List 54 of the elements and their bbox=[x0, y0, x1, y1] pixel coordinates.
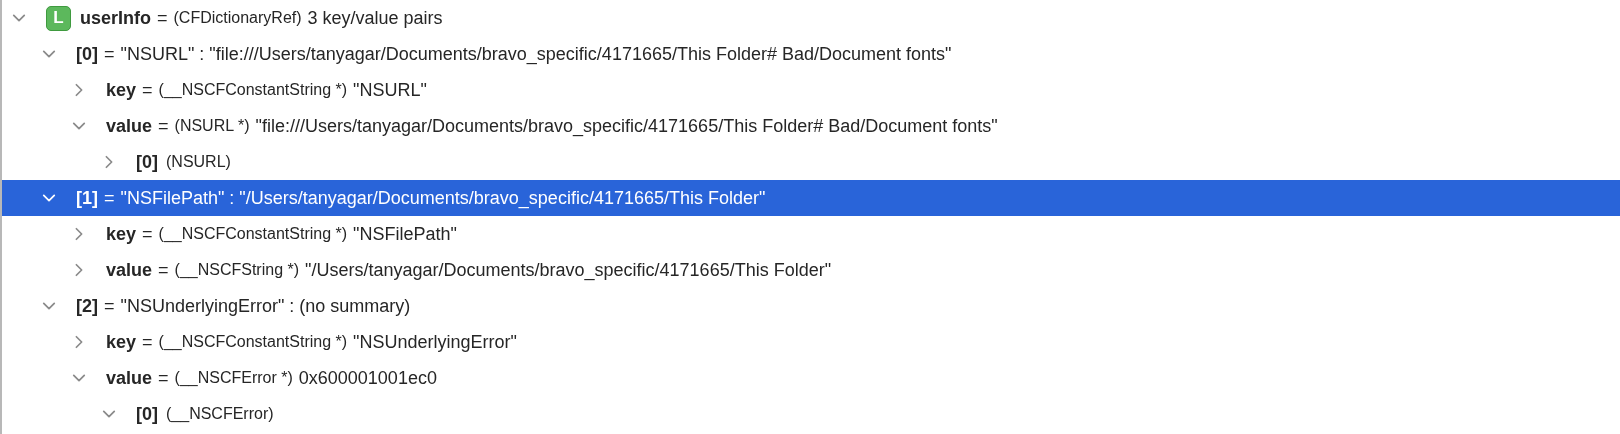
variable-name: [0] bbox=[136, 151, 158, 173]
tree-row[interactable]: value = (__NSCFError *) 0x600001001ec0 bbox=[2, 360, 1620, 396]
equals-sign: = bbox=[158, 259, 169, 281]
variable-value: "NSUnderlyingError" : (no summary) bbox=[120, 295, 411, 317]
variable-value: 0x600001001ec0 bbox=[298, 367, 437, 389]
tree-row[interactable]: value = (NSURL *) "file:///Users/tanyagar/Documents/bravo_specific/4171665/This Folder# Bad/Document fonts" bbox=[2, 108, 1620, 144]
equals-sign: = bbox=[104, 295, 115, 317]
variable-type: (__NSCFConstantString *) bbox=[158, 225, 348, 243]
equals-sign: = bbox=[142, 79, 153, 101]
variable-name: value bbox=[106, 367, 153, 389]
variable-value: "NSURL" bbox=[353, 79, 427, 101]
variable-badge: L bbox=[46, 5, 71, 31]
variable-type: (__NSCFError *) bbox=[174, 369, 293, 387]
variable-name: key bbox=[106, 223, 137, 245]
variable-name: [0] bbox=[136, 403, 158, 425]
variable-name: value bbox=[106, 115, 153, 137]
tree-row[interactable]: key = (__NSCFConstantString *) "NSUnderlyingError" bbox=[2, 324, 1620, 360]
variable-type: (__NSCFError) bbox=[166, 405, 274, 423]
variable-value: "NSFilePath" bbox=[353, 223, 457, 245]
variable-name: [2] bbox=[76, 295, 98, 317]
variable-value: "NSURL" : "file:///Users/tanyagar/Documents/bravo_specific/4171665/This Folder# Bad/Document fonts" bbox=[120, 43, 952, 65]
variable-value: 3 key/value pairs bbox=[307, 7, 443, 29]
variable-type: (NSURL *) bbox=[174, 117, 250, 135]
variable-name: value bbox=[106, 259, 153, 281]
variable-type: (__NSCFConstantString *) bbox=[158, 333, 348, 351]
equals-sign: = bbox=[104, 187, 115, 209]
tree-row[interactable]: L userInfo = (CFDictionaryRef) 3 key/value pairs bbox=[2, 0, 1620, 36]
variable-type: (__NSCFString *) bbox=[174, 261, 300, 279]
variable-type: (NSURL) bbox=[166, 153, 231, 171]
variable-value: "NSFilePath" : "/Users/tanyagar/Documents/bravo_specific/4171665/This Folder" bbox=[120, 187, 766, 209]
equals-sign: = bbox=[157, 7, 168, 29]
variable-name: [1] bbox=[76, 187, 98, 209]
equals-sign: = bbox=[142, 223, 153, 245]
tree-row[interactable]: key = (__NSCFConstantString *) "NSURL" bbox=[2, 72, 1620, 108]
tree-row[interactable]: key = (__NSCFConstantString *) "NSFilePath" bbox=[2, 216, 1620, 252]
equals-sign: = bbox=[158, 115, 169, 137]
tree-row[interactable]: [0] = "NSURL" : "file:///Users/tanyagar/Documents/bravo_specific/4171665/This Folder# Bad/Document fonts" bbox=[2, 36, 1620, 72]
variable-name: userInfo bbox=[80, 7, 151, 29]
tree-row[interactable]: [1] = "NSFilePath" : "/Users/tanyagar/Documents/bravo_specific/4171665/This Folder" bbox=[2, 180, 1620, 216]
variable-type: (CFDictionaryRef) bbox=[173, 9, 302, 27]
tree-row[interactable]: value = (__NSCFString *) "/Users/tanyagar/Documents/bravo_specific/4171665/This Folder" bbox=[2, 252, 1620, 288]
variable-name: key bbox=[106, 79, 137, 101]
equals-sign: = bbox=[142, 331, 153, 353]
equals-sign: = bbox=[104, 43, 115, 65]
variable-value: "/Users/tanyagar/Documents/bravo_specific/4171665/This Folder" bbox=[305, 259, 832, 281]
variable-name: key bbox=[106, 331, 137, 353]
tree-row[interactable]: [2] = "NSUnderlyingError" : (no summary) bbox=[2, 288, 1620, 324]
variable-value: "file:///Users/tanyagar/Documents/bravo_specific/4171665/This Folder# Bad/Document fonts" bbox=[255, 115, 998, 137]
variable-name: [0] bbox=[76, 43, 98, 65]
variable-type: (__NSCFConstantString *) bbox=[158, 81, 348, 99]
equals-sign: = bbox=[158, 367, 169, 389]
tree-row[interactable]: [0] (NSURL) bbox=[2, 144, 1620, 180]
variable-value: "NSUnderlyingError" bbox=[353, 331, 517, 353]
tree-row[interactable]: [0] (__NSCFError) bbox=[2, 396, 1620, 432]
